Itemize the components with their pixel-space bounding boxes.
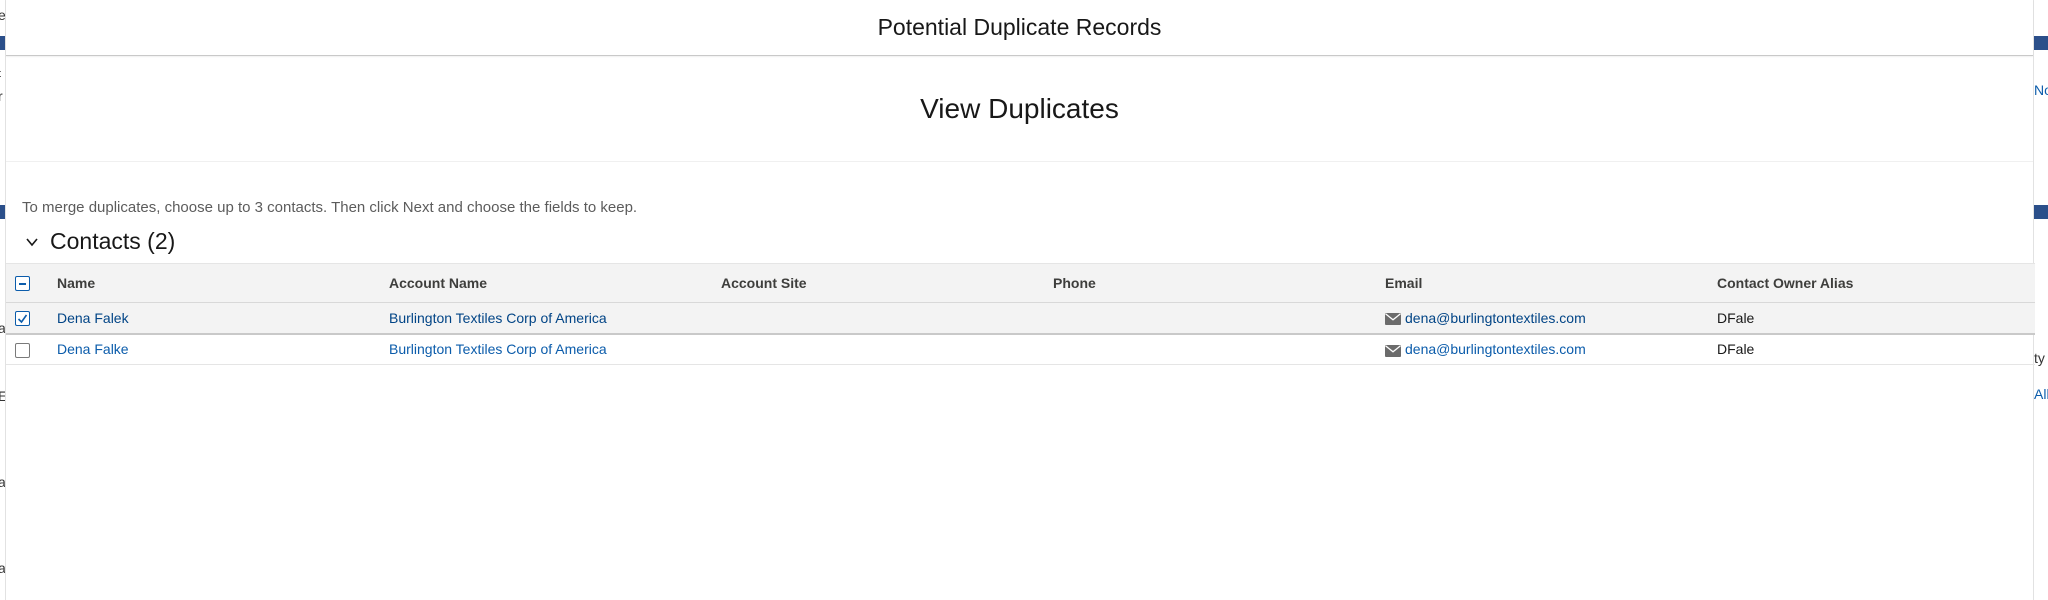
background-text-fragment: ty	[2034, 350, 2045, 366]
modal-header: Potential Duplicate Records	[6, 0, 2033, 56]
chevron-down-icon[interactable]	[24, 234, 40, 250]
checkmark-icon	[17, 314, 28, 324]
row-checkbox[interactable]	[15, 311, 30, 327]
contacts-group-title: Contacts (2)	[50, 228, 176, 254]
background-link-fragment[interactable]: All	[2034, 386, 2048, 402]
background-link-fragment[interactable]: No	[2034, 82, 2048, 98]
background-text-fragment: r	[0, 88, 3, 104]
row-select-cell	[6, 333, 57, 365]
section-title: View Duplicates	[920, 92, 1119, 124]
account-site-cell	[721, 333, 1053, 365]
row-select-cell	[6, 302, 57, 334]
table-row: Dena Falek Burlington Textiles Corp of A…	[6, 302, 2035, 334]
row-checkbox[interactable]	[15, 342, 30, 358]
section-header: View Duplicates	[6, 56, 2033, 162]
contact-name-link[interactable]: Dena Falek	[57, 310, 129, 326]
table-header-row: Name Account Name Account Site Phone Ema…	[6, 263, 2035, 303]
merge-instructions: To merge duplicates, choose up to 3 cont…	[22, 199, 638, 216]
table-row: Dena Falke Burlington Textiles Corp of A…	[6, 333, 2035, 365]
mail-icon	[1385, 344, 1401, 357]
column-header-account-name[interactable]: Account Name	[389, 263, 721, 303]
select-all-cell	[6, 263, 57, 303]
email-link[interactable]: dena@burlingtontextiles.com	[1405, 341, 1586, 357]
account-site-cell	[721, 302, 1053, 334]
account-name-link[interactable]: Burlington Textiles Corp of America	[389, 310, 607, 326]
phone-cell	[1053, 302, 1385, 334]
phone-cell	[1053, 333, 1385, 365]
duplicates-modal: Potential Duplicate Records View Duplica…	[5, 0, 2035, 600]
column-header-account-site[interactable]: Account Site	[721, 263, 1053, 303]
column-header-owner-alias[interactable]: Contact Owner Alias	[1717, 263, 2035, 303]
column-header-email[interactable]: Email	[1385, 263, 1717, 303]
modal-title: Potential Duplicate Records	[877, 14, 1162, 40]
contacts-group-toggle[interactable]: Contacts (2)	[24, 228, 175, 255]
account-name-link[interactable]: Burlington Textiles Corp of America	[389, 341, 607, 357]
select-all-checkbox[interactable]	[15, 276, 30, 292]
owner-alias-cell: DFale	[1717, 333, 2035, 365]
email-link[interactable]: dena@burlingtontextiles.com	[1405, 310, 1586, 326]
background-accent-bar	[2034, 205, 2048, 219]
duplicates-table: Name Account Name Account Site Phone Ema…	[6, 263, 2035, 365]
background-text-fragment: t	[0, 68, 1, 80]
mail-icon	[1385, 313, 1401, 326]
column-header-phone[interactable]: Phone	[1053, 263, 1385, 303]
owner-alias-cell: DFale	[1717, 302, 2035, 334]
contact-name-link[interactable]: Dena Falke	[57, 341, 129, 357]
column-header-name[interactable]: Name	[57, 263, 389, 303]
background-accent-bar	[2034, 36, 2048, 50]
